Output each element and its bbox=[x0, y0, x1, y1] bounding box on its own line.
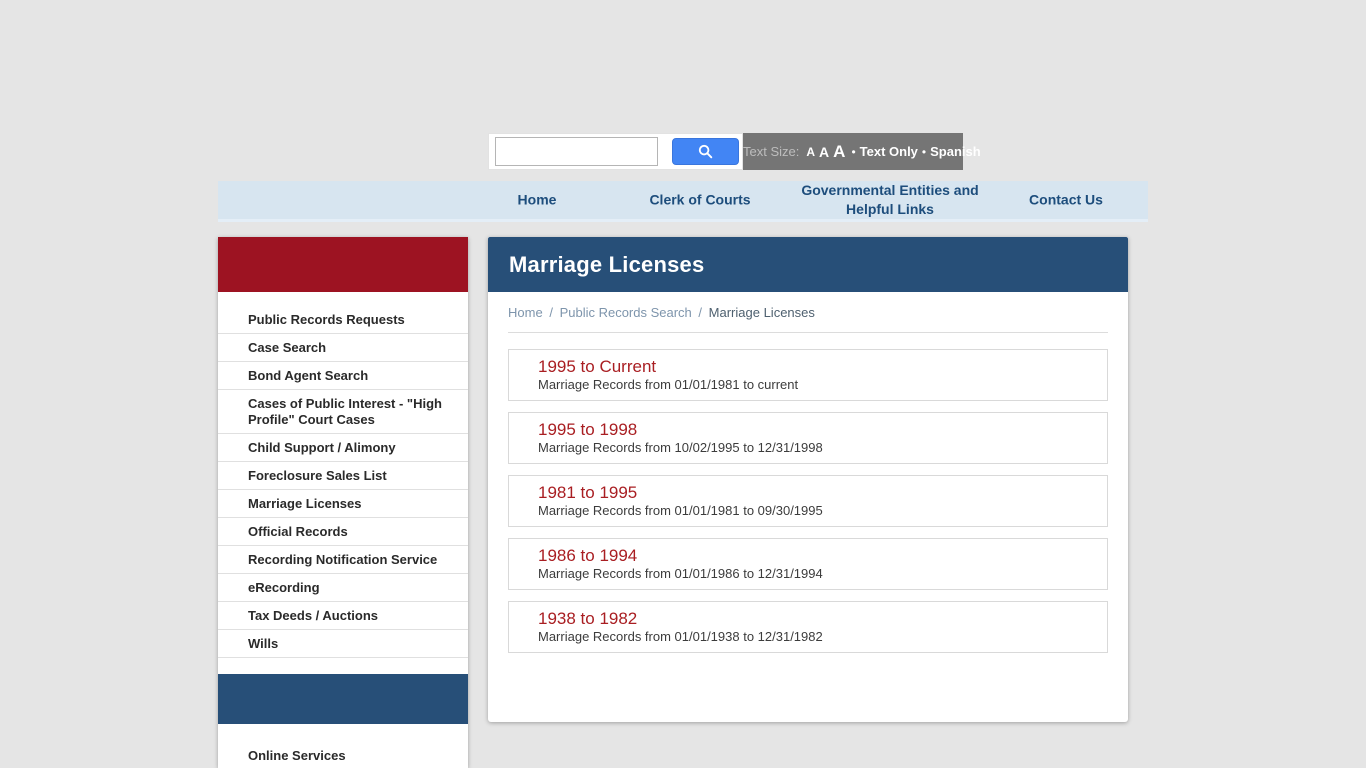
breadcrumb-home-link[interactable]: Home bbox=[508, 305, 543, 320]
record-description: Marriage Records from 01/01/1986 to 12/3… bbox=[538, 566, 1079, 582]
text-size-small-button[interactable]: A bbox=[806, 145, 815, 159]
sidebar-item-cases-of-public-interest[interactable]: Cases of Public Interest - "High Profile… bbox=[218, 390, 468, 434]
record-description: Marriage Records from 10/02/1995 to 12/3… bbox=[538, 440, 1079, 456]
record-card-1995-to-current[interactable]: 1995 to Current Marriage Records from 01… bbox=[508, 349, 1108, 401]
text-size-large-button[interactable]: A bbox=[833, 142, 845, 162]
record-description: Marriage Records from 01/01/1981 to curr… bbox=[538, 377, 1079, 393]
sidebar-item-child-support-alimony[interactable]: Child Support / Alimony bbox=[218, 434, 468, 462]
record-title: 1995 to Current bbox=[538, 356, 1079, 377]
record-card-1995-to-1998[interactable]: 1995 to 1998 Marriage Records from 10/02… bbox=[508, 412, 1108, 464]
separator-dot: • bbox=[851, 145, 855, 159]
record-list: 1995 to Current Marriage Records from 01… bbox=[488, 333, 1128, 653]
record-title: 1981 to 1995 bbox=[538, 482, 1079, 503]
search-button[interactable] bbox=[672, 138, 739, 165]
spanish-link[interactable]: Spanish bbox=[930, 144, 981, 159]
sidebar-item-tax-deeds-auctions[interactable]: Tax Deeds / Auctions bbox=[218, 602, 468, 630]
sidebar-item-wills[interactable]: Wills bbox=[218, 630, 468, 658]
sidebar-item-foreclosure-sales-list[interactable]: Foreclosure Sales List bbox=[218, 462, 468, 490]
sidebar-item-online-services[interactable]: Online Services bbox=[218, 740, 468, 768]
record-title: 1995 to 1998 bbox=[538, 419, 1079, 440]
text-only-link[interactable]: Text Only bbox=[860, 144, 918, 159]
text-size-medium-button[interactable]: A bbox=[819, 144, 829, 160]
main-nav: Home Clerk of Courts Governmental Entiti… bbox=[218, 181, 1148, 222]
breadcrumb-separator: / bbox=[698, 305, 702, 320]
page-title-bar: Marriage Licenses bbox=[488, 237, 1128, 292]
breadcrumb: Home / Public Records Search / Marriage … bbox=[488, 292, 1128, 332]
record-card-1938-to-1982[interactable]: 1938 to 1982 Marriage Records from 01/01… bbox=[508, 601, 1108, 653]
record-description: Marriage Records from 01/01/1981 to 09/3… bbox=[538, 503, 1079, 519]
page: Text Size: A A A • Text Only • Spanish H… bbox=[0, 0, 1366, 768]
topbar: Text Size: A A A • Text Only • Spanish bbox=[488, 133, 963, 170]
main-panel: Marriage Licenses Home / Public Records … bbox=[488, 237, 1128, 722]
breadcrumb-separator: / bbox=[549, 305, 553, 320]
sidebar-secondary-menu: Online Services bbox=[218, 724, 468, 768]
separator-dot: • bbox=[922, 145, 926, 159]
sidebar-item-recording-notification-service[interactable]: Recording Notification Service bbox=[218, 546, 468, 574]
sidebar-menu: Public Records Requests Case Search Bond… bbox=[218, 292, 468, 658]
search-icon bbox=[698, 144, 713, 159]
nav-contact-us[interactable]: Contact Us bbox=[1029, 191, 1103, 210]
sidebar: Public Records Requests Case Search Bond… bbox=[218, 237, 468, 768]
page-title: Marriage Licenses bbox=[509, 252, 704, 278]
nav-home[interactable]: Home bbox=[518, 191, 557, 210]
record-card-1986-to-1994[interactable]: 1986 to 1994 Marriage Records from 01/01… bbox=[508, 538, 1108, 590]
sidebar-item-case-search[interactable]: Case Search bbox=[218, 334, 468, 362]
record-title: 1938 to 1982 bbox=[538, 608, 1079, 629]
sidebar-blue-banner bbox=[218, 674, 468, 724]
breadcrumb-current: Marriage Licenses bbox=[709, 305, 815, 320]
sidebar-item-public-records-requests[interactable]: Public Records Requests bbox=[218, 306, 468, 334]
search-form bbox=[488, 133, 743, 170]
nav-governmental-entities[interactable]: Governmental Entities and Helpful Links bbox=[800, 181, 980, 219]
search-input[interactable] bbox=[495, 137, 658, 166]
record-card-1981-to-1995[interactable]: 1981 to 1995 Marriage Records from 01/01… bbox=[508, 475, 1108, 527]
sidebar-item-marriage-licenses[interactable]: Marriage Licenses bbox=[218, 490, 468, 518]
sidebar-item-official-records[interactable]: Official Records bbox=[218, 518, 468, 546]
sidebar-item-bond-agent-search[interactable]: Bond Agent Search bbox=[218, 362, 468, 390]
record-title: 1986 to 1994 bbox=[538, 545, 1079, 566]
text-size-controls: Text Size: A A A • Text Only • Spanish bbox=[743, 142, 989, 162]
nav-clerk-of-courts[interactable]: Clerk of Courts bbox=[649, 191, 750, 210]
sidebar-red-banner bbox=[218, 237, 468, 292]
sidebar-item-erecording[interactable]: eRecording bbox=[218, 574, 468, 602]
text-size-label: Text Size: bbox=[743, 144, 799, 159]
record-description: Marriage Records from 01/01/1938 to 12/3… bbox=[538, 629, 1079, 645]
breadcrumb-public-records-search-link[interactable]: Public Records Search bbox=[560, 305, 692, 320]
